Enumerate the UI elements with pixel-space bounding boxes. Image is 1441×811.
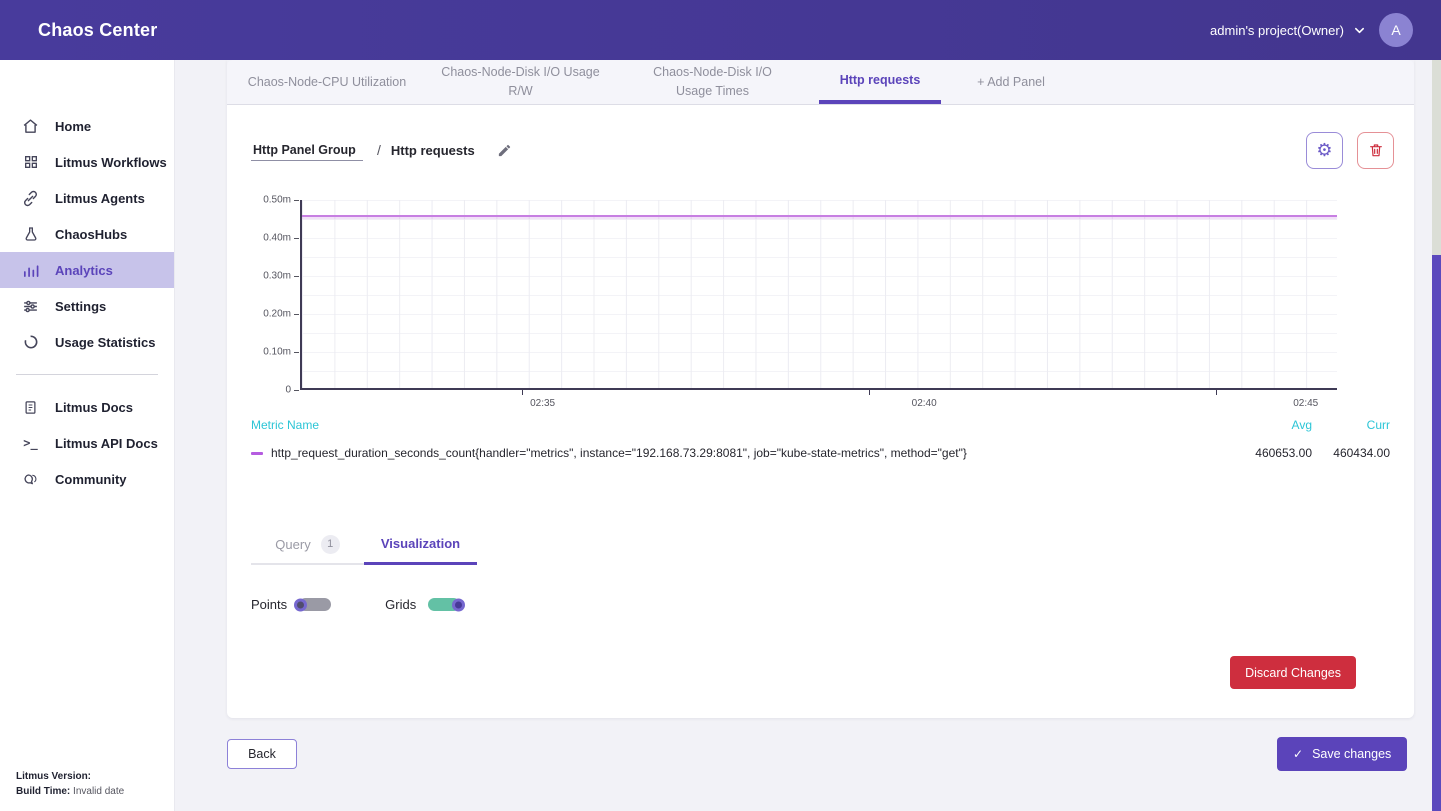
- y-tick-label: 0.30m: [251, 271, 291, 282]
- avatar-initial: A: [1391, 22, 1400, 38]
- grids-toggle[interactable]: [428, 598, 460, 611]
- panel-settings-button[interactable]: ⚙: [1306, 132, 1343, 169]
- query-count-badge: 1: [321, 535, 340, 554]
- tab-chaos-node-disk-io-usage-rw[interactable]: Chaos-Node-Disk I/O Usage R/W: [433, 60, 608, 104]
- x-tick-label: 02:45: [1293, 398, 1318, 409]
- analytics-icon: [22, 262, 39, 279]
- sidebar-divider: [16, 374, 158, 375]
- save-changes-label: Save changes: [1312, 747, 1391, 761]
- y-tick-label: 0.20m: [251, 309, 291, 320]
- build-time-label: Build Time:: [16, 786, 70, 797]
- metric-avg-value: 460653.00: [1234, 446, 1312, 460]
- tab-chaos-node-disk-io-usage-times[interactable]: Chaos-Node-Disk I/O Usage Times: [630, 60, 795, 104]
- x-tick-label: 02:40: [912, 398, 937, 409]
- scrollbar-track: [1432, 60, 1441, 811]
- panel-editor-card: / Http requests ⚙ 0.50m 0.40m 0.30m 0.20…: [227, 105, 1414, 718]
- panel-delete-button[interactable]: [1357, 132, 1394, 169]
- sidebar-item-home[interactable]: Home: [0, 108, 174, 144]
- metric-legend: Metric Name Avg Curr http_request_durati…: [251, 418, 1390, 460]
- app-header: Chaos Center admin's project(Owner) A: [0, 0, 1441, 60]
- sidebar-item-settings[interactable]: Settings: [0, 288, 174, 324]
- discard-changes-button[interactable]: Discard Changes: [1230, 656, 1356, 689]
- metric-name: http_request_duration_seconds_count{hand…: [271, 446, 967, 460]
- home-icon: [22, 118, 39, 135]
- y-tick-label: 0: [251, 385, 291, 396]
- settings-icon: [22, 298, 39, 315]
- panel-name: Http requests: [391, 143, 475, 158]
- sidebar-item-community[interactable]: Community: [0, 461, 174, 497]
- community-icon: [22, 471, 39, 488]
- sidebar-item-label: Home: [55, 119, 91, 134]
- sidebar: Home Litmus Workflows Litmus Agents Chao…: [0, 60, 175, 811]
- trash-icon: [1368, 142, 1384, 158]
- sidebar-item-label: Settings: [55, 299, 106, 314]
- panel-group-name-input[interactable]: [251, 140, 363, 161]
- project-selector[interactable]: admin's project(Owner): [1210, 23, 1365, 38]
- y-tick-label: 0.50m: [251, 195, 291, 206]
- visualization-tab-label: Visualization: [381, 536, 460, 551]
- points-toggle[interactable]: [299, 598, 331, 611]
- chaoshubs-icon: [22, 226, 39, 243]
- series-color-swatch: [251, 452, 263, 455]
- tab-chaos-node-cpu-utilization[interactable]: Chaos-Node-CPU Utilization: [237, 60, 417, 104]
- tab-add-panel[interactable]: + Add Panel: [955, 60, 1067, 104]
- metric-name-header: Metric Name: [251, 418, 1234, 432]
- sidebar-item-label: Litmus Docs: [55, 400, 133, 415]
- sidebar-item-label: Litmus API Docs: [55, 436, 158, 451]
- litmus-version-label: Litmus Version:: [16, 771, 91, 782]
- tab-visualization[interactable]: Visualization: [364, 525, 477, 565]
- agents-icon: [22, 190, 39, 207]
- tab-query[interactable]: Query 1: [251, 525, 364, 565]
- metrics-chart: 0.50m 0.40m 0.30m 0.20m 0.10m 0 02:35 02…: [251, 200, 1390, 435]
- series-line: [302, 215, 1337, 217]
- edit-pencil-icon[interactable]: [497, 143, 512, 158]
- scrollbar-thumb[interactable]: [1432, 255, 1441, 811]
- save-changes-button[interactable]: ✓ Save changes: [1277, 737, 1407, 771]
- main-content: Chaos-Node-CPU Utilization Chaos-Node-Di…: [175, 60, 1441, 811]
- gear-icon: ⚙: [1316, 140, 1332, 161]
- tab-http-requests[interactable]: Http requests: [819, 60, 941, 104]
- sidebar-item-label: Usage Statistics: [55, 335, 155, 350]
- avatar[interactable]: A: [1379, 13, 1413, 47]
- sidebar-item-label: Analytics: [55, 263, 113, 278]
- query-tab-label: Query: [275, 537, 310, 552]
- metric-curr-value: 460434.00: [1312, 446, 1390, 460]
- y-tick-label: 0.10m: [251, 347, 291, 358]
- sidebar-item-litmus-workflows[interactable]: Litmus Workflows: [0, 144, 174, 180]
- build-time-value: Invalid date: [73, 786, 124, 797]
- sidebar-item-label: Litmus Workflows: [55, 155, 167, 170]
- version-info: Litmus Version: Build Time: Invalid date: [16, 769, 124, 799]
- project-selector-label: admin's project(Owner): [1210, 23, 1344, 38]
- sidebar-item-label: Community: [55, 472, 127, 487]
- docs-icon: [22, 399, 39, 416]
- metric-row: http_request_duration_seconds_count{hand…: [251, 446, 1390, 460]
- sidebar-item-label: ChaosHubs: [55, 227, 127, 242]
- sidebar-item-litmus-agents[interactable]: Litmus Agents: [0, 180, 174, 216]
- check-icon: ✓: [1293, 747, 1303, 761]
- sidebar-item-label: Litmus Agents: [55, 191, 145, 206]
- usage-icon: [22, 334, 39, 351]
- app-title: Chaos Center: [0, 20, 157, 41]
- sidebar-item-analytics[interactable]: Analytics: [0, 252, 174, 288]
- points-toggle-label: Points: [251, 597, 287, 612]
- grids-toggle-label: Grids: [385, 597, 416, 612]
- sidebar-item-usage-statistics[interactable]: Usage Statistics: [0, 324, 174, 360]
- curr-header: Curr: [1312, 418, 1390, 432]
- workflows-icon: [22, 154, 39, 171]
- x-tick-label: 02:35: [530, 398, 555, 409]
- sidebar-item-chaoshubs[interactable]: ChaosHubs: [0, 216, 174, 252]
- back-button[interactable]: Back: [227, 739, 297, 769]
- chart-plot-area: [300, 200, 1337, 390]
- breadcrumb-separator: /: [377, 142, 381, 158]
- visualization-options: Points Grids: [251, 597, 460, 612]
- panel-tabbar: Chaos-Node-CPU Utilization Chaos-Node-Di…: [227, 60, 1414, 105]
- editor-subtabs: Query 1 Visualization: [251, 525, 477, 565]
- avg-header: Avg: [1234, 418, 1312, 432]
- y-tick-label: 0.40m: [251, 233, 291, 244]
- sidebar-item-litmus-api-docs[interactable]: >_ Litmus API Docs: [0, 425, 174, 461]
- api-docs-icon: >_: [22, 435, 39, 452]
- sidebar-item-litmus-docs[interactable]: Litmus Docs: [0, 389, 174, 425]
- chevron-down-icon: [1354, 25, 1365, 36]
